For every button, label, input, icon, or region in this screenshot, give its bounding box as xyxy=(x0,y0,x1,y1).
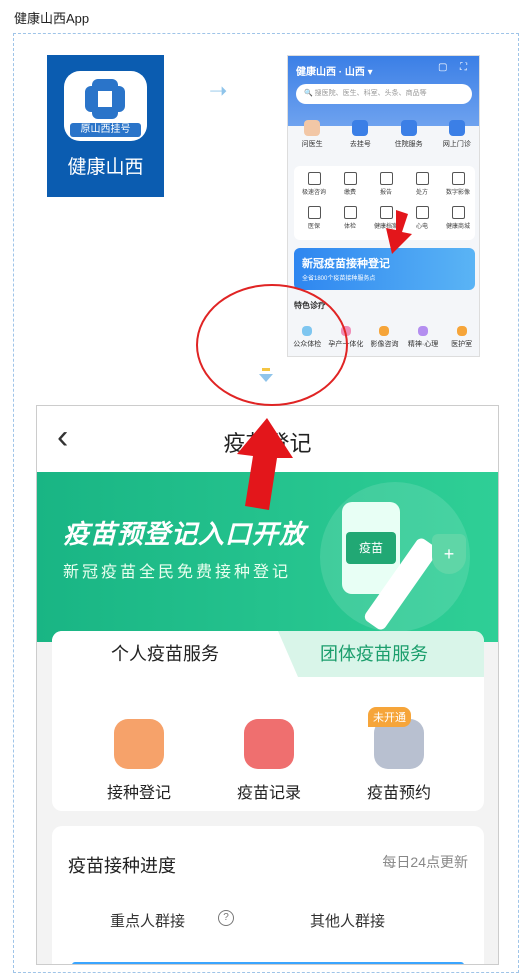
highlight-ring xyxy=(196,284,348,406)
group-key[interactable]: 重点人群接 xyxy=(110,910,185,931)
register-button[interactable]: 接种登记 xyxy=(84,719,194,803)
progress-title: 疫苗接种进度 xyxy=(68,856,176,876)
shield-icon: + xyxy=(432,534,466,574)
not-open-badge: 未开通 xyxy=(368,707,411,727)
app-icon-tag: 原山西挂号 xyxy=(70,123,141,137)
phone-top-item[interactable]: 网上门诊 xyxy=(437,120,477,149)
group-other[interactable]: 其他人群接 xyxy=(310,910,385,931)
grid-item[interactable]: 极速咨询 xyxy=(296,172,332,196)
phone-search-input[interactable]: 🔍 搜医院、医生、科室、头条、商品等 xyxy=(296,84,472,104)
medical-cross-logo: 原山西挂号 xyxy=(64,71,147,141)
phone-top-item[interactable]: 问医生 xyxy=(292,120,332,149)
scan-icon[interactable]: ⛶ xyxy=(460,62,467,73)
app-icon-name: 健康山西 xyxy=(67,157,144,178)
app-icon[interactable]: 原山西挂号 健康山西 xyxy=(47,55,164,197)
edit-icon xyxy=(114,719,164,769)
progress-bar xyxy=(72,962,464,964)
appointment-label: 疫苗预约 xyxy=(366,785,431,802)
banner-subtitle: 全省1800个疫苗接种服务点 xyxy=(302,276,376,282)
vaccine-record-button[interactable]: 疫苗记录 xyxy=(214,719,324,803)
service-card: 个人疫苗服务 团体疫苗服务 接种登记 疫苗记录 未开通 疫苗预约 xyxy=(52,631,484,811)
phone-bottom-item[interactable]: 影像咨询 xyxy=(365,326,404,349)
red-up-arrow-icon xyxy=(237,418,293,510)
red-pointer-arrow-icon xyxy=(386,210,412,254)
grid-item[interactable]: 医保 xyxy=(296,206,332,230)
tab-personal[interactable]: 个人疫苗服务 xyxy=(52,631,278,677)
hero-title: 疫苗预登记入口开放 xyxy=(63,519,307,549)
phone-top-item[interactable]: 去挂号 xyxy=(340,120,380,149)
record-label: 疫苗记录 xyxy=(236,785,301,802)
message-icon[interactable]: ▢ xyxy=(438,62,447,73)
grid-item[interactable]: 报告 xyxy=(368,172,404,196)
register-label: 接种登记 xyxy=(106,785,171,802)
phone-top-items: 问医生 去挂号 住院服务 网上门诊 xyxy=(288,120,479,149)
progress-card: 疫苗接种进度 每日24点更新 重点人群接 ? 其他人群接 xyxy=(52,826,484,964)
right-arrow-icon: ➝ xyxy=(209,78,228,103)
vaccine-appointment-button[interactable]: 未开通 疫苗预约 xyxy=(344,707,454,803)
grid-item[interactable]: 数字影像 xyxy=(440,172,476,196)
phone-top-item[interactable]: 住院服务 xyxy=(389,120,429,149)
progress-update: 每日24点更新 xyxy=(382,854,468,870)
plus-calendar-icon: 未开通 xyxy=(368,707,424,769)
phone-bottom-item[interactable]: 医护室 xyxy=(442,326,479,349)
phone-bottom-item[interactable]: 精神·心理 xyxy=(404,326,443,349)
grid-item[interactable]: 健康商城 xyxy=(440,206,476,230)
tab-group[interactable]: 团体疫苗服务 xyxy=(278,631,484,677)
phone-vaccine-banner[interactable]: 新冠疫苗接种登记 全省1800个疫苗接种服务点 xyxy=(294,248,475,290)
grid-item[interactable]: 缴费 xyxy=(332,172,368,196)
calendar-icon xyxy=(244,719,294,769)
page-title: 健康山西App xyxy=(14,11,90,26)
banner-title: 新冠疫苗接种登记 xyxy=(302,258,390,270)
phone-header-title: 健康山西 · 山西 ▾ xyxy=(296,67,373,78)
hero-subtitle: 新冠疫苗全民免费接种登记 xyxy=(63,564,292,581)
help-icon[interactable]: ? xyxy=(218,910,234,926)
grid-item[interactable]: 体检 xyxy=(332,206,368,230)
grid-item[interactable]: 处方 xyxy=(404,172,440,196)
